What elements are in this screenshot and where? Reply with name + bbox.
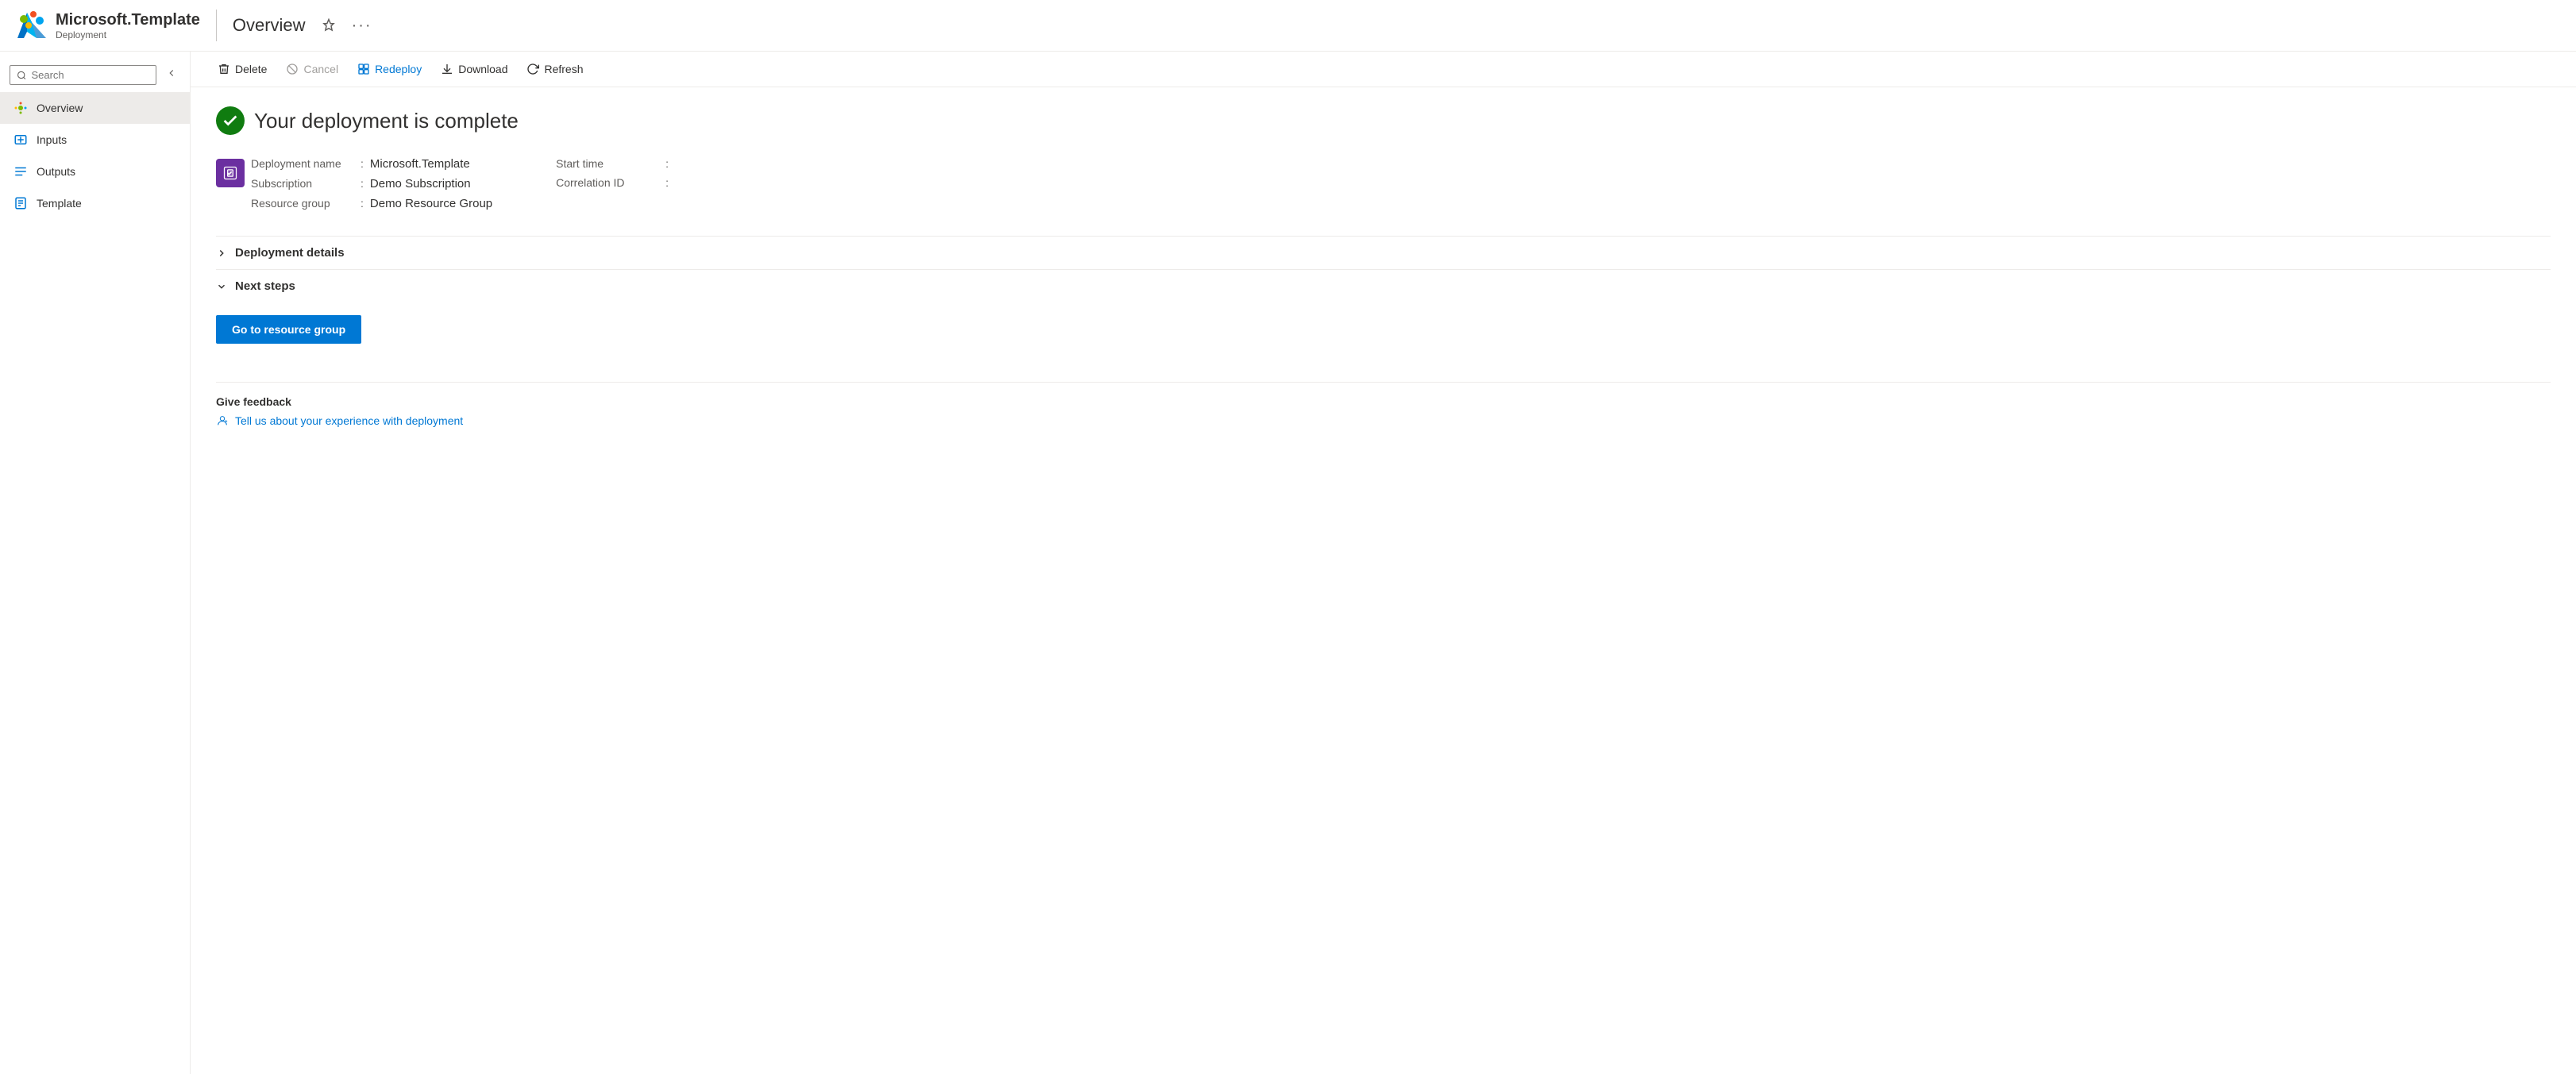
subscription-label: Subscription <box>251 177 354 190</box>
header-divider <box>216 10 217 41</box>
sidebar-item-template[interactable]: Template <box>0 187 190 219</box>
overview-nav-icon <box>13 100 29 116</box>
start-time-label: Start time <box>556 157 659 170</box>
app-container: Microsoft.Template Deployment Overview ·… <box>0 0 2576 1074</box>
sidebar-outputs-label: Outputs <box>37 165 75 178</box>
resource-group-label: Resource group <box>251 197 354 210</box>
info-column-right: Start time : Correlation ID : <box>556 157 675 210</box>
delete-button[interactable]: Delete <box>210 58 275 80</box>
more-options-button[interactable]: ··· <box>349 13 376 38</box>
sidebar-item-outputs[interactable]: Outputs <box>0 156 190 187</box>
deployment-info-details: Deployment name : Microsoft.Template Sub… <box>251 157 675 210</box>
refresh-label: Refresh <box>544 63 583 75</box>
feedback-link[interactable]: Tell us about your experience with deplo… <box>216 414 2551 427</box>
feedback-title: Give feedback <box>216 395 2551 408</box>
subscription-row: Subscription : Demo Subscription <box>251 177 492 191</box>
sidebar-overview-label: Overview <box>37 102 83 114</box>
delete-icon <box>218 63 230 75</box>
start-time-row: Start time : <box>556 157 675 170</box>
delete-label: Delete <box>235 63 267 75</box>
next-steps-section[interactable]: Next steps <box>216 269 2551 302</box>
download-button[interactable]: Download <box>433 58 515 80</box>
refresh-icon <box>526 63 539 75</box>
header-title: Microsoft.Template <box>56 11 200 29</box>
header: Microsoft.Template Deployment Overview ·… <box>0 0 2576 52</box>
cancel-icon <box>286 63 299 75</box>
deployment-info-section: Deployment name : Microsoft.Template Sub… <box>216 157 2551 210</box>
next-steps-title: Next steps <box>235 279 295 293</box>
chevron-left-icon <box>166 67 177 79</box>
redeploy-icon <box>357 63 370 75</box>
sidebar-item-overview[interactable]: Overview <box>0 92 190 124</box>
deployment-name-value: Microsoft.Template <box>370 157 470 171</box>
cancel-label: Cancel <box>303 63 338 75</box>
feedback-section: Give feedback Tell us about your experie… <box>216 382 2551 427</box>
deployment-name-label: Deployment name <box>251 157 354 170</box>
deployment-details-section[interactable]: Deployment details <box>216 236 2551 269</box>
collapse-sidebar-button[interactable] <box>163 64 180 86</box>
download-icon <box>441 63 453 75</box>
search-icon <box>17 70 26 81</box>
subscription-value: Demo Subscription <box>370 177 471 191</box>
go-to-resource-group-button[interactable]: Go to resource group <box>216 315 361 344</box>
feedback-link-text: Tell us about your experience with deplo… <box>235 414 463 427</box>
template-nav-icon <box>13 195 29 211</box>
deployment-status: Your deployment is complete <box>216 106 2551 135</box>
azure-logo-icon <box>16 10 48 41</box>
refresh-button[interactable]: Refresh <box>519 58 591 80</box>
header-actions: ··· <box>318 13 376 38</box>
toolbar: Delete Cancel Redeploy <box>191 52 2576 87</box>
next-steps-content: Go to resource group <box>216 302 2551 356</box>
deployment-details-title: Deployment details <box>235 246 345 260</box>
header-subtitle: Deployment <box>56 29 200 40</box>
search-input-wrapper[interactable] <box>10 65 156 85</box>
search-input[interactable] <box>31 69 149 81</box>
redeploy-label: Redeploy <box>375 63 422 75</box>
info-column-left: Deployment name : Microsoft.Template Sub… <box>251 157 492 210</box>
sidebar-nav: Overview Inputs <box>0 92 190 219</box>
cancel-button[interactable]: Cancel <box>278 58 346 80</box>
search-container <box>0 58 190 92</box>
chevron-down-icon <box>216 281 227 292</box>
correlation-id-row: Correlation ID : <box>556 176 675 189</box>
inputs-nav-icon <box>13 132 29 148</box>
download-label: Download <box>458 63 507 75</box>
correlation-id-label: Correlation ID <box>556 176 659 189</box>
main-content: Your deployment is complete <box>191 87 2576 1074</box>
redeploy-button[interactable]: Redeploy <box>349 58 430 80</box>
main-layout: Overview Inputs <box>0 52 2576 1074</box>
go-to-resource-group-label: Go to resource group <box>232 323 345 336</box>
deployment-name-row: Deployment name : Microsoft.Template <box>251 157 492 171</box>
content-area: Delete Cancel Redeploy <box>191 52 2576 1074</box>
header-title-block: Microsoft.Template Deployment <box>56 11 200 40</box>
resource-group-value: Demo Resource Group <box>370 197 492 210</box>
outputs-nav-icon <box>13 164 29 179</box>
sidebar: Overview Inputs <box>0 52 191 1074</box>
pin-icon <box>322 18 336 33</box>
deployment-complete-title: Your deployment is complete <box>254 109 519 133</box>
feedback-icon <box>216 414 229 427</box>
sidebar-item-inputs[interactable]: Inputs <box>0 124 190 156</box>
sidebar-inputs-label: Inputs <box>37 133 67 146</box>
status-check-icon <box>216 106 245 135</box>
chevron-right-icon <box>216 248 227 259</box>
page-title: Overview <box>233 15 306 36</box>
header-logo: Microsoft.Template Deployment <box>16 10 200 41</box>
sidebar-template-label: Template <box>37 197 82 210</box>
ellipsis-icon: ··· <box>352 17 372 35</box>
deployment-type-icon <box>216 159 245 187</box>
pin-button[interactable] <box>318 15 339 36</box>
resource-group-row: Resource group : Demo Resource Group <box>251 197 492 210</box>
